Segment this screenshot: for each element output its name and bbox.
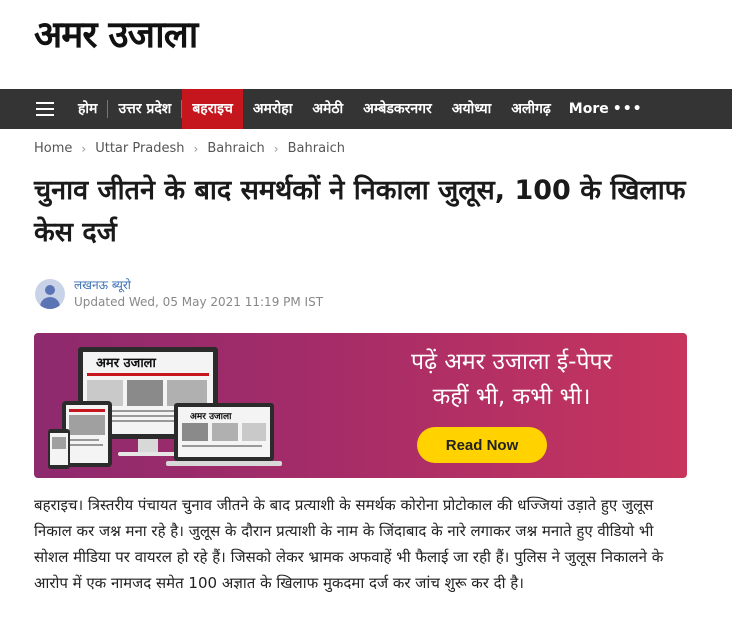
device-logo: अमर उजाला xyxy=(96,356,156,371)
more-dots-icon: ••• xyxy=(612,101,643,117)
nav-item-amroha[interactable]: अमरोहा xyxy=(243,89,302,129)
article-title: चुनाव जीतने के बाद समर्थकों ने निकाला जु… xyxy=(34,175,686,248)
promo-text: पढ़ें अमर उजाला ई-पेपर कहीं भी, कभी भी। xyxy=(349,345,674,415)
devices-illustration-icon: अमर उजाला अमर उजाला xyxy=(48,347,282,469)
nav-more-label: More xyxy=(568,101,609,117)
device-logo: अमर उजाला xyxy=(190,412,232,422)
author-name[interactable]: लखनऊ ब्यूरो xyxy=(74,277,323,293)
nav-item-home[interactable]: होम xyxy=(68,89,107,129)
author-avatar-icon xyxy=(35,279,65,309)
promo-line-2: कहीं भी, कभी भी। xyxy=(432,384,591,410)
epaper-banner[interactable]: अमर उजाला अमर उजाला पढ़ें अमर उजाला ई-पे… xyxy=(34,333,687,478)
breadcrumb: Home › Uttar Pradesh › Bahraich › Bahrai… xyxy=(34,141,345,156)
chevron-right-icon: › xyxy=(81,141,87,156)
updated-timestamp: Updated Wed, 05 May 2021 11:19 PM IST xyxy=(74,295,324,309)
breadcrumb-bahraich-current: Bahraich xyxy=(287,141,346,156)
nav-item-uttar-pradesh[interactable]: उत्तर प्रदेश xyxy=(108,89,181,129)
nav-item-ambedkarnagar[interactable]: अम्बेडकरनगर xyxy=(353,89,442,129)
nav-item-amethi[interactable]: अमेठी xyxy=(302,89,353,129)
main-nav: होम उत्तर प्रदेश बहराइच अमरोहा अमेठी अम्… xyxy=(0,89,732,129)
chevron-right-icon: › xyxy=(273,141,279,156)
nav-item-aligarh[interactable]: अलीगढ़ xyxy=(501,89,561,129)
article-body: बहराइच। त्रिस्तरीय पंचायत चुनाव जीतने के… xyxy=(34,496,664,592)
nav-item-ayodhya[interactable]: अयोध्या xyxy=(442,89,501,129)
nav-item-bahraich[interactable]: बहराइच xyxy=(182,89,243,129)
breadcrumb-home[interactable]: Home xyxy=(34,141,72,156)
breadcrumb-bahraich[interactable]: Bahraich xyxy=(207,141,264,156)
promo-line-1: पढ़ें अमर उजाला ई-पेपर xyxy=(411,349,612,375)
site-logo[interactable]: अमर उजाला xyxy=(34,10,198,60)
hamburger-menu-icon[interactable] xyxy=(36,102,54,116)
author-block: लखनऊ ब्यूरो Updated Wed, 05 May 2021 11:… xyxy=(35,277,323,311)
nav-more-button[interactable]: More ••• xyxy=(561,101,651,117)
chevron-right-icon: › xyxy=(193,141,199,156)
breadcrumb-uttar-pradesh[interactable]: Uttar Pradesh xyxy=(95,141,184,156)
read-now-button[interactable]: Read Now xyxy=(417,427,547,463)
